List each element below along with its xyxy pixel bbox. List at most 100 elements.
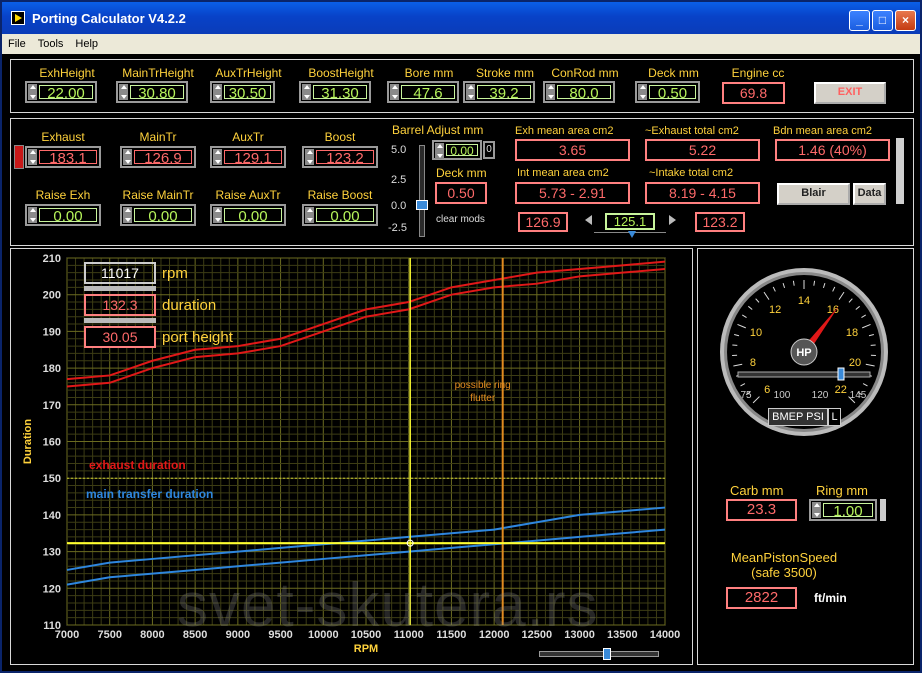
spinner[interactable] [302,84,311,100]
top-field-3[interactable]: 31.30 [299,81,371,103]
duration-label-0: Exhaust [41,130,85,144]
engine-cc-value: 69.8 [722,82,785,104]
raise-field-2[interactable]: 0.00 [210,204,286,226]
minimize-button[interactable]: _ [849,10,870,31]
app-icon [11,11,25,25]
duration-field-0[interactable]: 183.1 [25,146,101,168]
panel-scrollbar[interactable] [896,138,904,204]
bdn-mean-value: 1.46 (40%) [775,139,890,161]
exh-total-label: ~Exhaust total cm2 [645,125,739,137]
int-mean-value: 5.73 - 2.91 [515,182,630,204]
y-tick-label: 180 [43,363,61,375]
y-tick-label: 120 [43,583,61,595]
menu-file[interactable]: File [2,38,32,50]
x-tick-label: 7500 [97,629,121,641]
slider-right-arrow[interactable] [669,215,676,225]
spinner[interactable] [123,207,132,223]
duration-field-2[interactable]: 129.1 [210,146,286,168]
top-label-8: Engine cc [731,66,785,80]
spinner[interactable] [390,84,399,100]
y-axis-label: Duration [22,419,34,465]
carb-label: Carb mm [730,483,784,498]
slider-right-value: 123.2 [695,212,745,232]
spinner[interactable] [119,84,128,100]
ring-spinner[interactable] [812,502,821,518]
deck-mm-value: 0.50 [435,182,487,204]
barrel-spinner[interactable] [435,143,444,159]
spinner[interactable] [305,149,314,165]
duration-value-2: 129.1 [224,150,282,166]
chart-scrollbar[interactable] [539,651,659,657]
piston-speed-unit: ft/min [814,591,847,605]
port-height-readout: 30.05 [84,326,156,348]
y-tick-label: 140 [43,510,61,522]
top-label-7: Deck mm [648,66,699,80]
exit-button[interactable]: EXIT [814,82,886,104]
raise-value-2: 0.00 [224,208,282,224]
spinner[interactable] [28,149,37,165]
gauge-tick-label: 22 [835,384,847,396]
rpm-slider[interactable] [84,286,156,291]
exhaust-duration-label: exhaust duration [89,458,186,472]
menu-help[interactable]: Help [69,38,104,50]
spinner[interactable] [546,84,555,100]
menu-tools[interactable]: Tools [32,38,70,50]
slider-left-arrow[interactable] [585,215,592,225]
raise-field-3[interactable]: 0.00 [302,204,378,226]
piston-speed-label: MeanPistonSpeed (safe 3500) [730,550,838,580]
raise-field-1[interactable]: 0.00 [120,204,196,226]
top-field-0[interactable]: 22.00 [25,81,97,103]
slider-pointer[interactable] [628,231,636,238]
barrel-tick-neg2.5: -2.5 [388,222,407,234]
duration-field-3[interactable]: 123.2 [302,146,378,168]
x-tick-label: 10000 [308,629,339,641]
maximize-button[interactable]: □ [872,10,893,31]
data-button[interactable]: Data [853,183,886,205]
spinner[interactable] [213,84,222,100]
blair-button[interactable]: Blair [777,183,850,205]
barrel-slider-track[interactable] [419,145,425,237]
menu-bar: File Tools Help [2,34,920,54]
int-total-label: ~Intake total cm2 [649,167,734,179]
spinner[interactable] [123,149,132,165]
duration-field-1[interactable]: 126.9 [120,146,196,168]
close-button[interactable]: × [895,10,916,31]
top-field-7[interactable]: 0.50 [635,81,700,103]
barrel-tick-0: 0.0 [391,200,407,212]
clear-mods-label[interactable]: clear mods [436,214,485,225]
top-field-6[interactable]: 80.0 [543,81,615,103]
duration-slider[interactable] [84,318,156,323]
ring-field[interactable]: 1.00 [809,499,877,521]
exh-total-value: 5.22 [645,139,760,161]
gauge-tick-label: 6 [764,384,770,396]
barrel-slider-thumb[interactable] [416,200,428,210]
spinner[interactable] [305,207,314,223]
spinner[interactable] [213,149,222,165]
gauge-tick-label: 18 [846,327,858,339]
ring-flutter-annotation: possible ring [455,380,511,391]
spinner[interactable] [466,84,475,100]
spinner[interactable] [28,84,37,100]
top-field-1[interactable]: 30.80 [116,81,188,103]
x-tick-label: 10500 [351,629,382,641]
spinner[interactable] [28,207,37,223]
gauge-tick-label: 14 [798,295,810,307]
top-field-5[interactable]: 39.2 [463,81,535,103]
x-tick-label: 8500 [183,629,207,641]
barrel-digit: 0 [483,141,495,159]
raise-label-0: Raise Exh [35,188,91,202]
barrel-adjust-field[interactable]: 0.00 [432,140,482,160]
spinner[interactable] [638,84,647,100]
raise-field-0[interactable]: 0.00 [25,204,101,226]
carb-value: 23.3 [726,499,797,521]
spinner[interactable] [213,207,222,223]
top-field-2[interactable]: 30.50 [210,81,275,103]
top-label-5: Stroke mm [475,66,534,80]
top-field-4[interactable]: 47.6 [387,81,459,103]
bdn-mean-label: Bdn mean area cm2 [773,125,873,137]
int-total-value: 8.19 - 4.15 [645,182,760,204]
raise-value-0: 0.00 [39,208,97,224]
ring-scroll[interactable] [880,499,886,521]
bmep-unit[interactable]: L [828,408,841,426]
chart-scroll-thumb[interactable] [603,648,611,660]
